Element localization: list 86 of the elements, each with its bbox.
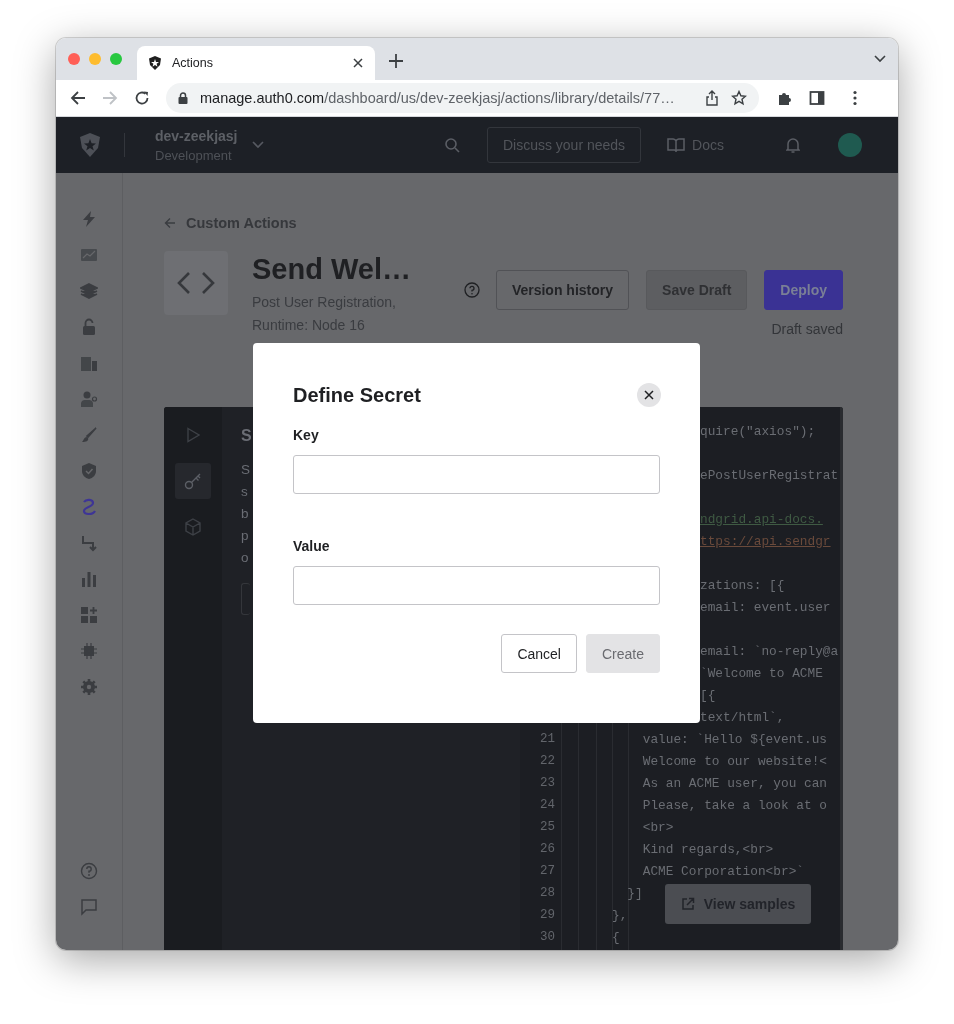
line-number: 25 xyxy=(539,820,555,834)
minimize-window-button[interactable] xyxy=(89,53,101,65)
version-history-button[interactable]: Version history xyxy=(495,270,630,310)
book-icon xyxy=(667,138,686,152)
shield-icon xyxy=(80,462,98,480)
close-icon xyxy=(644,390,654,400)
bolt-icon xyxy=(80,210,98,228)
tab-title: Actions xyxy=(172,56,214,70)
line-number: 21 xyxy=(539,732,555,746)
field-label: Key xyxy=(293,427,319,443)
bell-icon[interactable] xyxy=(786,137,800,153)
code-line: Welcome to our website!< xyxy=(641,753,828,769)
code-line: }, xyxy=(612,907,628,923)
key-icon xyxy=(184,472,202,490)
address-field[interactable]: manage.auth0.com/dashboard/us/dev-zeekjasj/actions/library/details/77… xyxy=(166,83,759,113)
code-line: Please, take a look at o xyxy=(641,797,828,813)
shield-star-logo-icon[interactable] xyxy=(78,132,102,158)
actions-icon xyxy=(80,498,98,516)
panel-text: b xyxy=(241,505,249,523)
browser-tab[interactable]: Actions xyxy=(137,46,375,80)
chevron-down-icon[interactable] xyxy=(874,55,886,63)
code-line: }] xyxy=(626,885,643,901)
search-icon[interactable] xyxy=(443,137,460,153)
lock-icon xyxy=(178,92,188,104)
line-number: 27 xyxy=(539,864,555,878)
editor-tab[interactable] xyxy=(175,463,211,499)
shield-star-icon xyxy=(147,55,163,71)
line-number: 29 xyxy=(539,908,555,922)
tenant-name[interactable]: dev-zeekjasj xyxy=(155,127,238,144)
url-text: manage.auth0.com/dashboard/us/dev-zeekjasj/actions/library/details/77… xyxy=(200,90,675,106)
panel-title: S xyxy=(241,427,252,445)
field-label: Value xyxy=(293,538,330,554)
help-icon[interactable] xyxy=(464,282,480,298)
chip-icon xyxy=(80,642,98,660)
stack-icon xyxy=(80,282,98,300)
close-button[interactable] xyxy=(637,383,661,407)
star-icon[interactable] xyxy=(731,90,747,106)
back-arrow-icon xyxy=(164,217,176,229)
dialog-title: Define Secret xyxy=(293,383,421,407)
line-number: 23 xyxy=(539,776,555,790)
panel-text: p xyxy=(241,527,249,545)
reload-icon[interactable] xyxy=(134,90,150,106)
chart-icon xyxy=(80,246,98,264)
line-number: 30 xyxy=(539,930,555,944)
code-line: As an ACME user, you can xyxy=(641,775,828,791)
share-icon[interactable] xyxy=(705,90,719,106)
line-number: 26 xyxy=(539,842,555,856)
building-icon xyxy=(80,354,98,372)
puzzle-icon[interactable] xyxy=(777,90,793,106)
code-brackets-icon xyxy=(176,271,216,295)
stats-icon xyxy=(80,570,98,588)
play-icon xyxy=(186,427,200,443)
zoom-window-button[interactable] xyxy=(110,53,122,65)
users-icon xyxy=(80,390,98,408)
panel-text: s xyxy=(241,483,248,501)
input-field[interactable] xyxy=(293,566,660,605)
code-line: { xyxy=(612,929,620,945)
deploy-button[interactable]: Deploy xyxy=(764,270,843,310)
brush-icon xyxy=(80,426,98,444)
flow-icon xyxy=(80,534,98,552)
cube-icon xyxy=(184,518,202,536)
chat-icon[interactable] xyxy=(80,898,98,916)
plus-icon[interactable] xyxy=(389,54,403,68)
line-number: 28 xyxy=(539,886,555,900)
input-field[interactable] xyxy=(293,455,660,494)
cancel-button[interactable]: Cancel xyxy=(501,634,577,673)
lock-icon xyxy=(80,318,98,336)
avatar[interactable] xyxy=(838,133,862,157)
action-title: Send Wel… xyxy=(252,252,412,287)
side-panel-icon[interactable] xyxy=(809,90,825,106)
code-line: ACME Corporation<br>` xyxy=(641,863,804,879)
line-number: 24 xyxy=(539,798,555,812)
panel-text: o xyxy=(241,549,249,567)
line-number: 22 xyxy=(539,754,555,768)
help-icon[interactable] xyxy=(80,862,98,880)
code-line: <br> xyxy=(641,819,674,835)
close-icon[interactable] xyxy=(353,58,363,68)
external-link-icon xyxy=(680,897,695,911)
code-line: Kind regards,<br> xyxy=(641,841,774,857)
close-window-button[interactable] xyxy=(68,53,80,65)
extensions-icon xyxy=(80,606,98,624)
back-arrow-icon[interactable] xyxy=(70,90,86,106)
settings-icon xyxy=(80,678,98,696)
panel-text: S xyxy=(241,461,250,479)
menu-icon[interactable] xyxy=(853,90,857,106)
code-line: value: `Hello ${event.us xyxy=(641,731,828,747)
